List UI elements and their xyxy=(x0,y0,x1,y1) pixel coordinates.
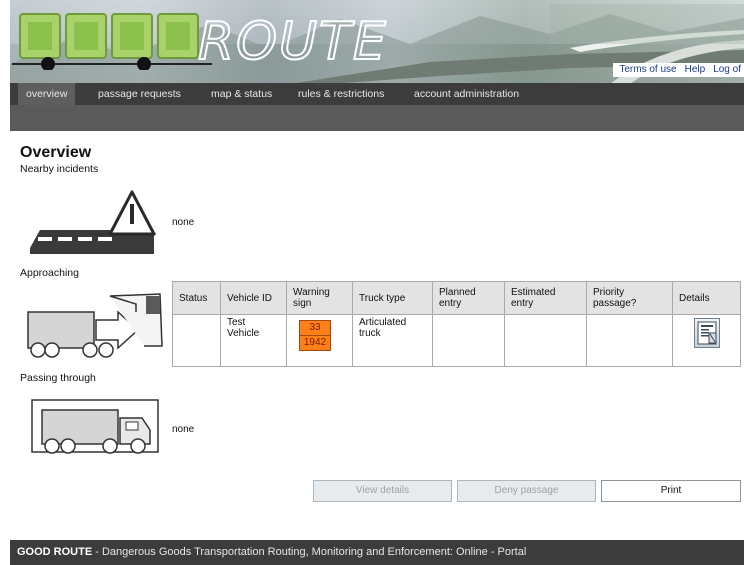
good-logo xyxy=(12,13,212,70)
cell-planned-entry xyxy=(432,314,505,367)
col-planned-entry: Planned entry xyxy=(432,281,505,315)
nav-tab-passage-requests[interactable]: passage requests xyxy=(90,83,189,105)
sub-nav-bar xyxy=(10,105,744,131)
help-link[interactable]: Help xyxy=(685,64,706,77)
top-links: Terms of use Help Log of xyxy=(613,63,744,77)
table-header-row: Status Vehicle ID Warning sign Truck typ… xyxy=(172,281,741,315)
nearby-incidents-label: Nearby incidents xyxy=(20,163,99,175)
hazard-id-number: 33 xyxy=(309,322,321,333)
warning-triangle-icon xyxy=(30,190,156,254)
terms-of-use-link[interactable]: Terms of use xyxy=(619,64,676,77)
view-details-button[interactable]: View details xyxy=(313,480,452,502)
main-nav: overview passage requests map & status r… xyxy=(10,83,744,105)
cell-warning-sign: 33 1942 xyxy=(286,314,353,367)
nav-tab-rules-restrictions[interactable]: rules & restrictions xyxy=(290,83,392,105)
footer-text: - Dangerous Goods Transportation Routing… xyxy=(92,546,527,558)
cell-priority-passage xyxy=(586,314,673,367)
footer-brand: GOOD ROUTE xyxy=(17,546,93,558)
truck-approaching-icon xyxy=(27,293,163,358)
col-details: Details xyxy=(672,281,741,315)
footer: GOOD ROUTE - Dangerous Goods Transportat… xyxy=(10,540,744,565)
col-vehicle-id: Vehicle ID xyxy=(220,281,287,315)
table-row[interactable]: Test Vehicle 33 1942 Articulated truck xyxy=(172,314,741,367)
cell-estimated-entry xyxy=(504,314,587,367)
nav-tab-overview[interactable]: overview xyxy=(18,83,76,105)
header-banner: ROUTE Terms of use Help Log of xyxy=(10,0,744,83)
cell-truck-type: Articulated truck xyxy=(352,314,433,367)
cell-vehicle-id: Test Vehicle xyxy=(220,314,287,367)
col-priority-passage: Priority passage? xyxy=(586,281,673,315)
un-number: 1942 xyxy=(300,335,330,350)
cell-details xyxy=(672,314,741,367)
approaching-label: Approaching xyxy=(20,267,79,279)
col-status: Status xyxy=(172,281,221,315)
passing-through-value: none xyxy=(172,424,195,435)
hazard-warning-plate: 33 1942 xyxy=(299,320,331,351)
passing-through-label: Passing through xyxy=(20,372,96,384)
page-title: Overview xyxy=(20,144,92,161)
nearby-incidents-value: none xyxy=(172,217,195,228)
nav-tab-map-status[interactable]: map & status xyxy=(203,83,280,105)
col-warning-sign: Warning sign xyxy=(286,281,353,315)
truck-passing-icon xyxy=(31,399,159,454)
route-logo-text: ROUTE xyxy=(197,11,388,73)
col-truck-type: Truck type xyxy=(352,281,433,315)
print-button[interactable]: Print xyxy=(601,480,741,502)
log-off-link[interactable]: Log of xyxy=(713,64,741,77)
col-estimated-entry: Estimated entry xyxy=(504,281,587,315)
approaching-vehicles-table: Status Vehicle ID Warning sign Truck typ… xyxy=(172,281,741,367)
details-button[interactable] xyxy=(693,318,720,348)
nav-tab-account-administration[interactable]: account administration xyxy=(406,83,527,105)
details-document-icon xyxy=(697,321,716,345)
deny-passage-button[interactable]: Deny passage xyxy=(457,480,596,502)
cell-status xyxy=(172,314,221,367)
